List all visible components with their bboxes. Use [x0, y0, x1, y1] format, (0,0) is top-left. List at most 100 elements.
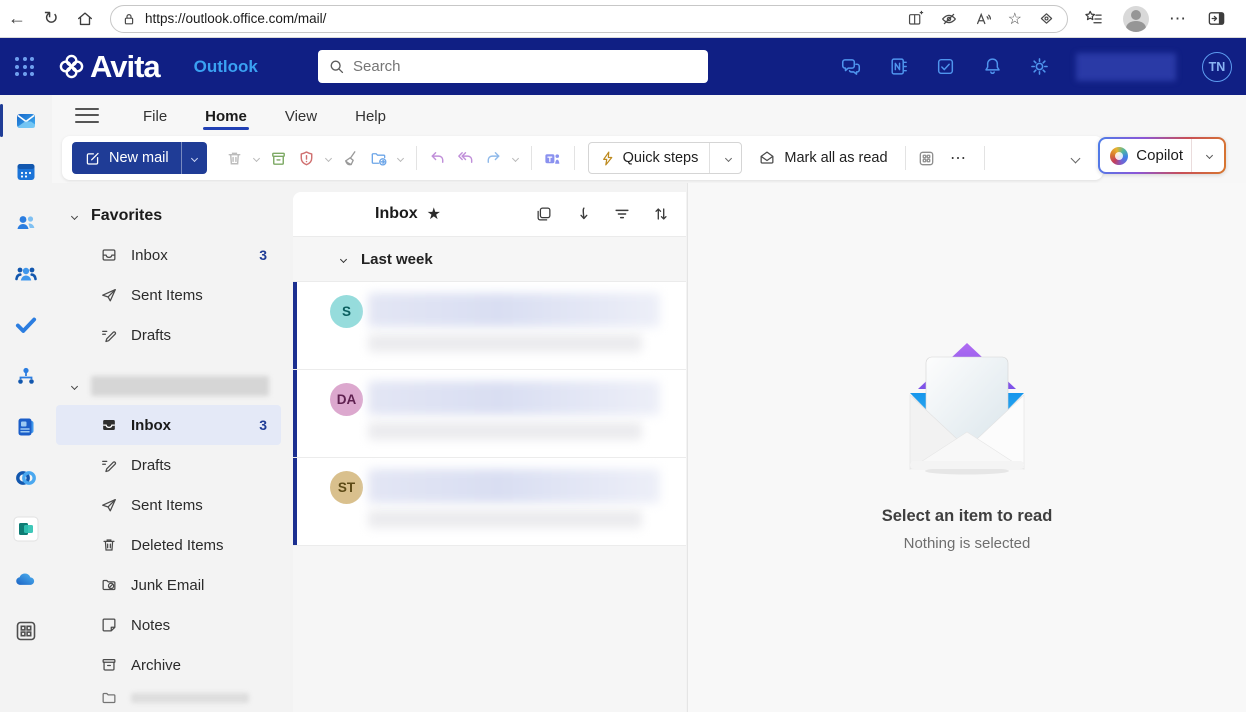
- search-input[interactable]: [353, 58, 698, 75]
- archive-button[interactable]: [265, 142, 293, 174]
- delete-dropdown[interactable]: [249, 154, 265, 162]
- folder-archive[interactable]: Archive: [56, 645, 281, 685]
- tab-view[interactable]: View: [273, 100, 329, 131]
- empty-state-envelope-illustration: [892, 335, 1042, 475]
- browser-home-button[interactable]: [68, 4, 102, 34]
- favorite-folder-sent[interactable]: Sent Items: [56, 275, 281, 315]
- onedrive-cloud-icon: [13, 567, 39, 593]
- message-row[interactable]: S: [293, 282, 686, 370]
- notifications-bell-icon[interactable]: [982, 56, 1003, 77]
- favorites-label: Favorites: [91, 207, 163, 224]
- address-bar[interactable]: https://outlook.office.com/mail/ ☆: [110, 4, 1068, 33]
- folder-notes[interactable]: Notes: [56, 605, 281, 645]
- split-screen-icon[interactable]: [907, 10, 924, 27]
- onenote-icon[interactable]: [888, 56, 909, 77]
- sweep-button[interactable]: [337, 142, 365, 174]
- folder-inbox[interactable]: Inbox 3: [56, 405, 281, 445]
- filter-icon[interactable]: [613, 205, 631, 223]
- tab-home[interactable]: Home: [193, 100, 259, 131]
- folder-label: Junk Email: [131, 576, 205, 594]
- compose-icon: [84, 150, 101, 167]
- folder-junk[interactable]: Junk Email: [56, 565, 281, 605]
- app-rail: [0, 95, 52, 712]
- browser-back-button[interactable]: ←: [0, 4, 34, 34]
- rail-newsletters-button[interactable]: [0, 401, 52, 452]
- delete-button[interactable]: [221, 142, 249, 174]
- app-launcher-icon[interactable]: [15, 57, 34, 76]
- collections-eye-icon[interactable]: [1038, 10, 1055, 27]
- account-section-header[interactable]: [52, 367, 293, 405]
- message-row[interactable]: ST: [293, 458, 686, 546]
- settings-gear-icon[interactable]: [1029, 56, 1050, 77]
- favorite-star-icon[interactable]: ☆: [1008, 9, 1022, 29]
- more-options-button[interactable]: ⋯: [941, 142, 977, 174]
- report-button[interactable]: [293, 142, 321, 174]
- reply-all-button[interactable]: [452, 142, 480, 174]
- sender-avatar[interactable]: ST: [330, 471, 363, 504]
- folder-partial[interactable]: [56, 685, 281, 711]
- move-to-dropdown[interactable]: [393, 154, 409, 162]
- rail-org-explorer-button[interactable]: [0, 350, 52, 401]
- rail-calendar-button[interactable]: [0, 146, 52, 197]
- favorites-list-icon[interactable]: [1084, 9, 1103, 28]
- more-apps-grid-icon: [14, 619, 38, 643]
- ribbon-collapse-button[interactable]: [1070, 149, 1081, 167]
- group-header-last-week[interactable]: Last week: [293, 236, 686, 282]
- rail-pinned-app-button[interactable]: [0, 503, 52, 554]
- edge-sidebar-icon[interactable]: [1207, 9, 1226, 28]
- favorite-star-filled-icon[interactable]: ★: [427, 204, 441, 224]
- favorites-section-header[interactable]: Favorites: [52, 197, 293, 235]
- favorite-folder-inbox[interactable]: Inbox 3: [56, 235, 281, 275]
- tab-file[interactable]: File: [131, 100, 179, 131]
- favorites-collapse-icon[interactable]: [70, 212, 79, 220]
- teams-chat-icon[interactable]: [840, 56, 862, 78]
- hidden-eye-icon[interactable]: [940, 10, 958, 28]
- account-avatar[interactable]: TN: [1202, 51, 1232, 82]
- favorite-folder-drafts[interactable]: Drafts: [56, 315, 281, 355]
- forward-button[interactable]: [480, 142, 508, 174]
- read-aloud-icon[interactable]: [974, 10, 992, 28]
- rail-engage-button[interactable]: [0, 452, 52, 503]
- tab-help[interactable]: Help: [343, 100, 398, 131]
- sender-avatar[interactable]: DA: [330, 383, 363, 416]
- message-list: Inbox ★ Last week S DA ST: [293, 192, 686, 712]
- browser-profile-avatar[interactable]: [1123, 5, 1149, 32]
- folder-drafts[interactable]: Drafts: [56, 445, 281, 485]
- search-bar[interactable]: [318, 50, 708, 83]
- browser-refresh-button[interactable]: ↻: [34, 4, 68, 34]
- message-row[interactable]: DA: [293, 370, 686, 458]
- quick-steps-button[interactable]: Quick steps: [587, 142, 743, 174]
- mark-all-read-button[interactable]: Mark all as read: [748, 142, 897, 174]
- reply-button[interactable]: [424, 142, 452, 174]
- forward-dropdown[interactable]: [508, 154, 524, 162]
- sort-icon[interactable]: [652, 205, 670, 223]
- rail-onedrive-button[interactable]: [0, 554, 52, 605]
- folder-sent[interactable]: Sent Items: [56, 485, 281, 525]
- report-dropdown[interactable]: [321, 154, 337, 162]
- view-tiles-button[interactable]: [913, 142, 941, 174]
- sender-avatar[interactable]: S: [330, 295, 363, 328]
- folder-pane-toggle-icon[interactable]: [75, 103, 99, 127]
- copilot-button[interactable]: Copilot: [1098, 137, 1226, 174]
- rail-more-apps-button[interactable]: [0, 605, 52, 656]
- move-to-button[interactable]: [365, 142, 393, 174]
- new-mail-split-button[interactable]: New mail: [72, 142, 207, 174]
- group-collapse-icon[interactable]: [339, 255, 348, 263]
- move-down-icon[interactable]: [574, 205, 592, 223]
- browser-menu-icon[interactable]: ⋯: [1169, 9, 1187, 29]
- new-mail-dropdown[interactable]: [180, 142, 207, 174]
- folder-label: Inbox: [131, 416, 171, 434]
- folder-deleted[interactable]: Deleted Items: [56, 525, 281, 565]
- archive-icon: [100, 656, 118, 674]
- account-collapse-icon[interactable]: [70, 382, 79, 390]
- select-messages-icon[interactable]: [535, 205, 553, 223]
- rail-todo-button[interactable]: [0, 299, 52, 350]
- rail-groups-button[interactable]: [0, 248, 52, 299]
- quick-steps-dropdown[interactable]: [717, 154, 739, 162]
- rail-people-button[interactable]: [0, 197, 52, 248]
- todo-tasks-icon[interactable]: [935, 56, 956, 77]
- rail-mail-button[interactable]: [0, 95, 52, 146]
- share-to-teams-button[interactable]: [539, 142, 567, 174]
- copilot-dropdown[interactable]: [1200, 151, 1218, 160]
- folder-label: Notes: [131, 616, 171, 634]
